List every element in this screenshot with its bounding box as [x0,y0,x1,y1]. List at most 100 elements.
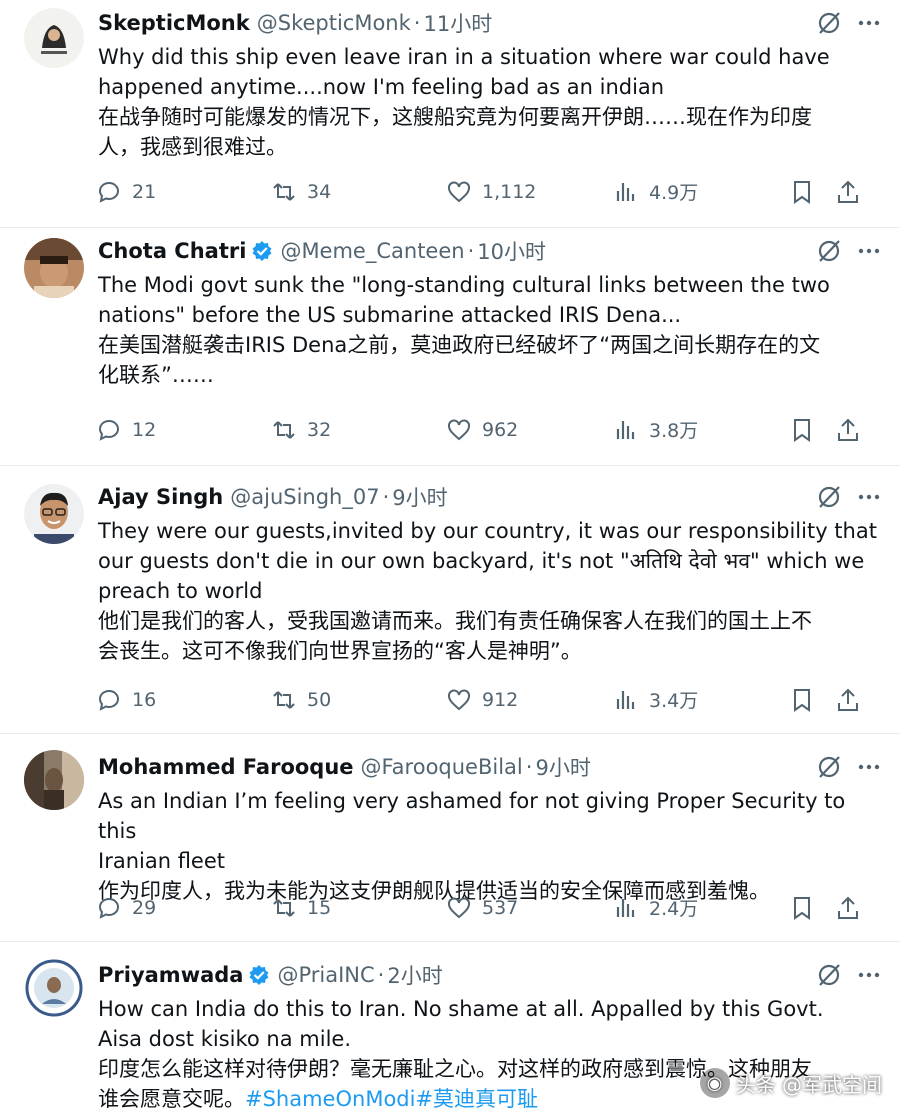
timestamp[interactable]: 10小时 [477,236,546,266]
views-button[interactable]: 3.8万 [613,416,789,443]
author-handle[interactable]: @PriaINC [277,963,374,987]
tweet-header-actions [816,10,882,36]
reply-button[interactable]: 21 [96,179,271,205]
tweet-line: 会丧生。这可不像我们向世界宣扬的“客人是神明”。 [98,639,582,663]
bookmark-icon [794,896,810,920]
retweet-icon [273,690,295,709]
like-button[interactable]: 962 [446,417,613,443]
more-options-icon[interactable] [856,10,882,36]
timestamp[interactable]: 2小时 [387,960,442,990]
author-handle[interactable]: @SkepticMonk [257,11,411,35]
retweet-icon [273,420,295,439]
tweet-header: Chota Chatri @Meme_Canteen · 10小时 [98,234,884,268]
views-count: 4.9万 [649,182,699,204]
like-button[interactable]: 537 [446,895,613,921]
bookmark-button[interactable] [789,417,835,443]
share-button[interactable] [835,417,865,443]
more-options-icon[interactable] [856,238,882,264]
author-name[interactable]: Mohammed Farooque [98,755,354,779]
views-button[interactable]: 3.4万 [613,686,789,713]
verified-badge-icon[interactable] [248,964,270,986]
separator-dot: · [525,755,533,779]
reply-button[interactable]: 16 [96,687,271,713]
views-button[interactable]: 2.4万 [613,894,789,921]
separator-dot: · [413,11,421,35]
author-name[interactable]: Ajay Singh [98,485,223,509]
ajay-singh-avatar-image [24,484,84,544]
author-name[interactable]: Priyamwada [98,963,243,987]
views-count: 3.4万 [649,690,699,712]
separator-dot: · [382,485,390,509]
skepticmonk-avatar-image [24,8,84,68]
more-options-icon[interactable] [856,754,882,780]
like-count: 962 [482,418,519,441]
avatar[interactable] [24,8,84,68]
author-handle[interactable]: @Meme_Canteen [280,239,464,263]
views-chart-icon [616,898,635,917]
grok-icon[interactable] [816,10,842,36]
avatar[interactable] [24,958,84,1018]
author-name[interactable]: Chota Chatri [98,239,246,263]
tweet-line: happened anytime....now I'm feeling bad … [98,75,665,99]
retweet-count: 50 [307,688,332,711]
tweet-2[interactable]: Chota Chatri @Meme_Canteen · 10小时 The Mo… [0,228,900,466]
watermark-text: 头条 @军武空间 [735,1072,882,1097]
views-chart-icon [616,690,635,709]
tweet-header-actions [816,238,882,264]
author-handle[interactable]: @ajuSingh_07 [230,485,379,509]
grok-icon[interactable] [816,754,842,780]
share-button[interactable] [835,179,865,205]
timestamp[interactable]: 9小时 [392,482,447,512]
more-options-icon[interactable] [856,484,882,510]
tweet-content: Chota Chatri @Meme_Canteen · 10小时 The Mo… [98,234,884,390]
tweet-line: nations" before the US submarine attacke… [98,303,682,327]
tweet-action-bar: 12 32 962 3.8万 [96,416,876,443]
retweet-button[interactable]: 32 [271,417,446,443]
like-button[interactable]: 912 [446,687,613,713]
hashtag-link[interactable]: #ShameOnModi#莫迪真可耻 [245,1087,538,1111]
avatar[interactable] [24,238,84,298]
mohammed-farooque-avatar-image [24,750,84,810]
bookmark-button[interactable] [789,687,835,713]
bookmark-button[interactable] [789,179,835,205]
tweet-line: As an Indian I’m feeling very ashamed fo… [98,789,846,843]
tweet-header: Ajay Singh @ajuSingh_07 · 9小时 [98,480,884,514]
bookmark-button[interactable] [789,895,835,921]
verified-badge-icon[interactable] [251,240,273,262]
share-icon [838,180,858,203]
retweet-button[interactable]: 50 [271,687,446,713]
reply-icon [98,181,119,203]
retweet-button[interactable]: 15 [271,895,446,921]
tweet-content: SkepticMonk @SkepticMonk · 11小时 Why did … [98,6,884,162]
like-count: 537 [482,896,519,919]
tweet-action-bar: 29 15 537 2.4万 [96,894,876,921]
timestamp[interactable]: 11小时 [423,8,492,38]
avatar[interactable] [24,484,84,544]
tweet-header-actions [816,484,882,510]
timestamp[interactable]: 9小时 [535,752,590,782]
views-button[interactable]: 4.9万 [613,178,789,205]
grok-icon[interactable] [816,238,842,264]
grok-icon[interactable] [816,962,842,988]
tweet-line: How can India do this to Iran. No shame … [98,997,824,1021]
grok-icon[interactable] [816,484,842,510]
more-options-icon[interactable] [856,962,882,988]
reply-button[interactable]: 12 [96,417,271,443]
like-button[interactable]: 1,112 [446,179,613,205]
share-button[interactable] [835,687,865,713]
bookmark-icon [794,180,810,204]
share-button[interactable] [835,895,865,921]
heart-icon [448,418,470,440]
retweet-count: 32 [307,418,332,441]
tweet-line: Aisa dost kisiko na mile. [98,1027,351,1051]
retweet-button[interactable]: 34 [271,179,446,205]
author-name[interactable]: SkepticMonk [98,11,250,35]
priyamwada-avatar-image [24,958,84,1018]
reply-button[interactable]: 29 [96,895,271,921]
avatar[interactable] [24,750,84,810]
tweet-4[interactable]: Mohammed Farooque @FarooqueBilal · 9小时 A… [0,734,900,942]
bookmark-icon [794,688,810,712]
tweet-1[interactable]: SkepticMonk @SkepticMonk · 11小时 Why did … [0,0,900,228]
author-handle[interactable]: @FarooqueBilal [361,755,523,779]
tweet-3[interactable]: Ajay Singh @ajuSingh_07 · 9小时 They were … [0,466,900,734]
